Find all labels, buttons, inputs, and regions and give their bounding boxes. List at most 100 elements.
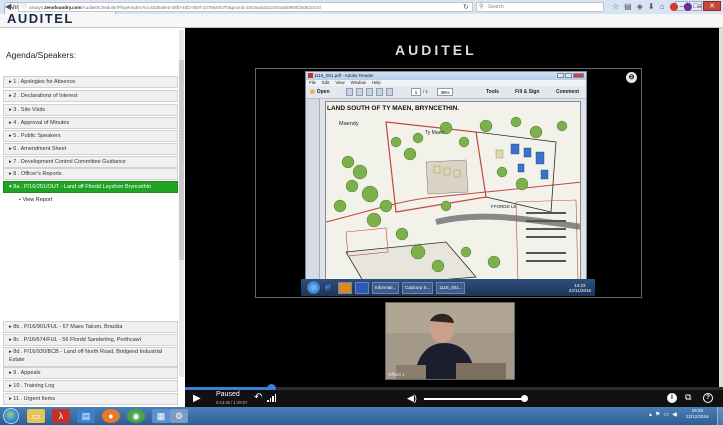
system-clock[interactable]: 16:29 22/12/2016	[686, 408, 709, 420]
pdf-icon	[308, 73, 313, 78]
reader-close-button[interactable]	[573, 73, 584, 78]
volume-handle[interactable]	[520, 395, 528, 402]
agenda-item[interactable]: ▸ 8c . P/16/674/FUL - 56 Ffordd Sanderli…	[3, 334, 178, 346]
tray-arrow-icon[interactable]: ▴	[649, 410, 652, 420]
playback-status: Paused	[216, 391, 240, 398]
search-input[interactable]: ⚲ Search	[476, 2, 604, 12]
help-icon[interactable]: ?	[703, 393, 713, 403]
print-icon[interactable]	[366, 88, 373, 96]
address-bar[interactable]: ⓘ assays.zenofoundry.com/AuditelSchedule…	[18, 2, 473, 12]
adobe-reader-window: 1116_001.pdf - Adobe Reader File Edit Vi…	[305, 71, 587, 296]
playback-time: 0:13:46 / 1:29:07	[216, 400, 248, 405]
agenda-item[interactable]: ▸ 9 . Appeals	[3, 367, 178, 379]
url-domain: zenofoundry.com	[44, 5, 82, 10]
tools-button[interactable]: Tools	[486, 88, 499, 97]
page-count: / 1	[423, 89, 429, 94]
addon-icon[interactable]: ⬤	[669, 1, 678, 13]
reading-list-icon[interactable]: ▤	[624, 1, 632, 13]
home-icon[interactable]: ⌂	[660, 1, 665, 13]
agenda-item[interactable]: ▸ 7 . Development Control Committee Guid…	[3, 156, 178, 168]
scrollbar-thumb[interactable]	[179, 60, 184, 260]
agenda-item[interactable]: ▸ 5 . Public Speakers	[3, 130, 178, 142]
agenda-item[interactable]: ▸ 11 . Urgent Items	[3, 393, 178, 405]
url-path: /AuditelScheduler/PlayerIndex?id=63d6a8e…	[81, 5, 321, 10]
taskbar-item: Informati...	[372, 281, 400, 294]
agenda-item[interactable]: ▸ 10 . Training Log	[3, 380, 178, 392]
play-button[interactable]: ▶	[193, 393, 201, 404]
comment-button[interactable]: Comment	[556, 88, 579, 97]
agenda-item[interactable]: ▸ 6 . Amendment Sheet	[3, 143, 178, 155]
taskbar-item: 1116_001...	[436, 281, 466, 294]
expand-icon[interactable]: ⊖	[626, 72, 637, 83]
reader-title-bar: 1116_001.pdf - Adobe Reader	[306, 72, 586, 80]
settings-icon[interactable]: ⚙	[170, 409, 188, 423]
search-icon: ⚲	[479, 4, 484, 10]
inner-start-icon	[307, 281, 320, 294]
page-scrollbar[interactable]	[719, 28, 723, 387]
site-plan-drawing	[326, 102, 580, 284]
info-icon[interactable]: i	[667, 393, 677, 403]
page-number-input[interactable]: 1	[411, 88, 421, 96]
agenda-item[interactable]: ▸ 8d . P/16/930/BCB - Land off North Roa…	[3, 347, 178, 367]
star-icon[interactable]: ☆	[612, 1, 619, 13]
download-icon[interactable]: ⬇	[648, 1, 655, 13]
profile-icon[interactable]: ⬤	[683, 1, 692, 13]
volume-icon[interactable]: ◀)	[407, 393, 417, 403]
acrobat-icon[interactable]: λ	[52, 409, 70, 423]
start-button[interactable]	[3, 408, 19, 424]
map-label-ty-maen: Ty Maen	[425, 130, 445, 136]
reload-icon[interactable]: ↻	[463, 3, 469, 11]
search-placeholder: Search	[488, 4, 504, 10]
agenda-item[interactable]: ▸ 8b . P/16/901/FUL - 67 Maes Talcen, Br…	[3, 321, 178, 333]
outlook-icon	[338, 281, 352, 294]
agenda-item-active[interactable]: ▾ 8a . P/16/251/OUT - Land off Ffordd Le…	[3, 181, 178, 193]
agenda-item[interactable]: ▸ 2 . Declarations of Interest	[3, 90, 178, 102]
inner-clock-date: 22/11/2016	[568, 287, 591, 293]
network-drive-icon[interactable]: ▦	[152, 409, 170, 423]
agenda-item[interactable]: ▸ 3 . Site Visits	[3, 104, 178, 116]
create-icon[interactable]	[346, 88, 353, 96]
reader-toolbar: Open 1 / 1 39% Tools Fill & Sign Comment	[306, 86, 586, 99]
site-plan-map	[325, 101, 581, 285]
flag-icon[interactable]: ⚑	[655, 410, 660, 420]
speaker-icon[interactable]: ◀	[672, 410, 677, 420]
webcam-label: Officer 1	[388, 372, 405, 377]
popout-icon[interactable]: ⧉	[685, 392, 691, 403]
browser-toolbar-icons: ☆ ▤ ◈ ⬇ ⌂ ⬤ ⬤ ≡	[612, 1, 702, 13]
firefox-icon[interactable]: ●	[102, 409, 120, 423]
map-label-maendy: Maendy	[339, 121, 359, 127]
zoom-input[interactable]: 39%	[437, 88, 453, 96]
volume-slider[interactable]	[424, 398, 527, 400]
pocket-icon[interactable]: ◈	[637, 1, 643, 13]
fill-sign-button[interactable]: Fill & Sign	[515, 88, 539, 97]
prev-page-icon[interactable]	[386, 88, 393, 96]
rewind-icon[interactable]: ↶	[254, 393, 262, 403]
email-icon[interactable]	[376, 88, 383, 96]
reader-tool-icons	[346, 88, 393, 96]
file-explorer-icon[interactable]: ▭	[27, 409, 45, 423]
auditel-logo: AUDITEL	[7, 11, 74, 26]
system-tray: ▴ ⚑ ▭ ◀	[649, 410, 677, 420]
taskbar-item: Cadcorp S...	[402, 281, 434, 294]
files-icon[interactable]: ▤	[77, 409, 95, 423]
open-button[interactable]: Open	[310, 88, 330, 97]
reader-window-controls	[557, 73, 584, 78]
menu-icon[interactable]: ≡	[697, 1, 702, 13]
save-icon[interactable]	[356, 88, 363, 96]
inner-clock: 14:23 22/11/2016	[569, 283, 591, 293]
agenda-item[interactable]: ▸ 1 . Apologies for Absence	[3, 76, 178, 88]
reader-maximize-button[interactable]	[565, 73, 572, 78]
close-window-button[interactable]: ✕	[703, 1, 721, 11]
view-report-link[interactable]: • View Report	[19, 197, 52, 203]
chrome-icon[interactable]: ◉	[127, 409, 145, 423]
reader-minimize-button[interactable]	[557, 73, 564, 78]
shared-screen-taskbar: ℯ Informati... Cadcorp S... 1116_001... …	[301, 279, 595, 296]
ie-icon: ℯ	[325, 281, 331, 293]
agenda-item[interactable]: ▸ 4 . Approval of Minutes	[3, 117, 178, 129]
agenda-scrollbar[interactable]	[179, 30, 184, 377]
network-icon[interactable]: ▭	[663, 410, 669, 420]
show-desktop-button[interactable]	[717, 407, 723, 425]
agenda-item[interactable]: ▸ 8 . Officer's Reports	[3, 168, 178, 180]
signal-icon[interactable]	[267, 394, 276, 402]
auditel-brand: AUDITEL	[395, 42, 477, 58]
